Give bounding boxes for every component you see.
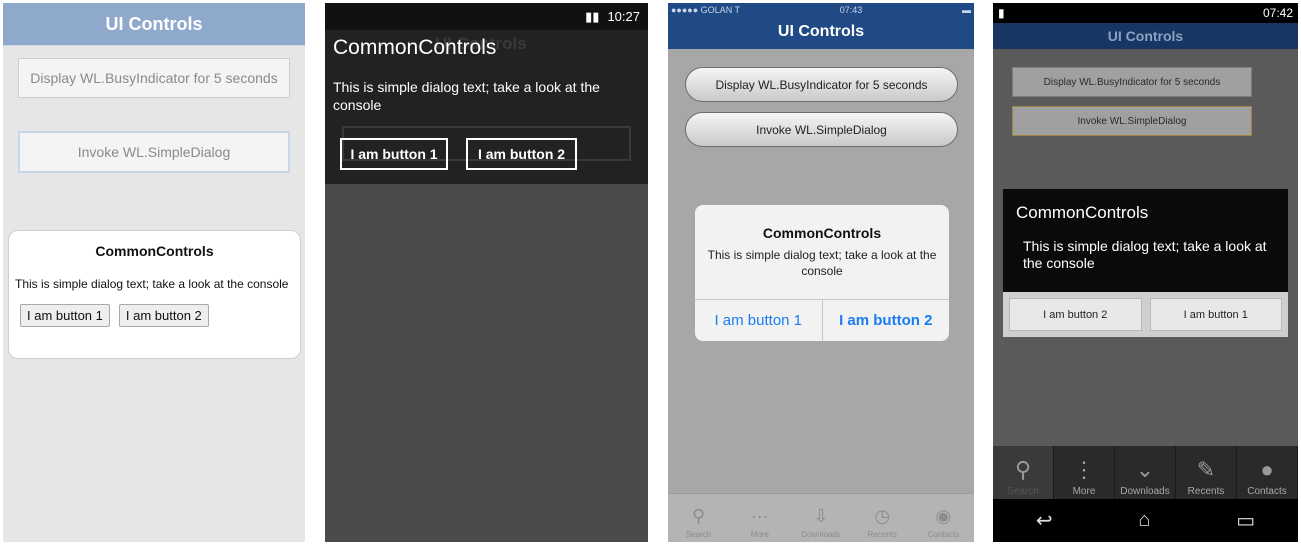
status-bar: ●●●●● GOLAN T 07:43 ▬ (671, 5, 971, 15)
status-bar: ▮ 07:42 (993, 3, 1298, 23)
tab-contacts[interactable]: ● Contacts (1237, 446, 1298, 499)
busy-indicator-button[interactable]: Display WL.BusyIndicator for 5 seconds (18, 58, 290, 98)
dialog-text: This is simple dialog text; take a look … (15, 277, 289, 291)
busy-indicator-button[interactable]: Display WL.BusyIndicator for 5 seconds (685, 67, 958, 102)
tab-label: More (750, 530, 769, 539)
dialog-text: This is simple dialog text; take a look … (1023, 238, 1267, 271)
simple-dialog-button[interactable]: Invoke WL.SimpleDialog (1012, 106, 1252, 136)
simple-dialog: CommonControls This is simple dialog tex… (695, 205, 949, 341)
tab-more[interactable]: ··· More (729, 494, 790, 542)
dialog-button-1[interactable]: I am button 1 (20, 304, 110, 327)
downloads-icon: ⇩ (813, 506, 829, 526)
dialog-button-2[interactable]: I am button 2 (118, 304, 209, 327)
tab-recents[interactable]: ◷ Recents (852, 494, 913, 542)
dialog-text: This is simple dialog text; take a look … (707, 248, 937, 278)
tab-label: More (1072, 486, 1096, 497)
tab-label: Recents (867, 530, 897, 539)
dialog-title: CommonControls (1016, 203, 1149, 222)
carrier-label: ●●●●● GOLAN T (671, 5, 741, 15)
system-nav-bar: ↩ ⌂ ▭ (993, 499, 1298, 542)
tab-search[interactable]: ⚲ Search (993, 446, 1054, 499)
dialog-button-1[interactable]: I am button 1 (1149, 298, 1282, 331)
dialog-title: CommonControls (333, 36, 497, 59)
simple-dialog-button[interactable]: Invoke WL.SimpleDialog (18, 131, 290, 173)
nav-title: UI Controls (777, 23, 865, 40)
simple-dialog-button[interactable]: Invoke WL.SimpleDialog (685, 112, 958, 147)
dialog-button-2[interactable]: I am button 2 (466, 138, 577, 170)
nav-bar: ●●●●● GOLAN T 07:43 ▬ UI Controls (668, 3, 974, 49)
tab-search[interactable]: ⚲ Search (668, 494, 729, 542)
tab-label: Downloads (1120, 486, 1170, 497)
dialog-title: CommonControls (762, 225, 882, 241)
tab-label: Downloads (801, 530, 841, 539)
home-icon[interactable]: ⌂ (1138, 509, 1150, 532)
tab-contacts[interactable]: ◉ Contacts (913, 494, 974, 542)
dialog-button-2[interactable]: I am button 2 (821, 300, 950, 341)
tab-recents[interactable]: ✎ Recents (1176, 446, 1237, 499)
nav-title: UI Controls (993, 23, 1298, 49)
simple-dialog: CommonControls This is simple dialog tex… (8, 230, 301, 359)
windows-phone-screen: ▮▮ 10:27 UI Controls CommonControls This… (325, 3, 648, 542)
tab-label: Contacts (927, 530, 960, 539)
tab-bar: ⚲ Search ⋮ More ⌄ Downloads ✎ Recents ● … (993, 446, 1298, 499)
dialog-title: CommonControls (95, 243, 214, 259)
contacts-icon: ● (1260, 457, 1274, 482)
dialog-button-1[interactable]: I am button 1 (695, 300, 822, 341)
recents-icon: ✎ (1196, 457, 1216, 482)
status-time: 10:27 (607, 9, 640, 24)
status-bar: ▮▮ 10:27 (325, 3, 648, 30)
status-time: 07:43 (839, 5, 863, 15)
notification-icon: ▮ (998, 6, 1005, 20)
ios-screen: ●●●●● GOLAN T 07:43 ▬ UI Controls Displa… (668, 3, 974, 542)
tab-more[interactable]: ⋮ More (1054, 446, 1115, 499)
search-icon: ⚲ (1014, 457, 1032, 482)
dialog-text: This is simple dialog text; take a look … (333, 79, 600, 113)
tab-bar: ⚲ Search ··· More ⇩ Downloads ◷ Recents … (668, 493, 974, 542)
status-time: 07:42 (1262, 6, 1293, 20)
more-icon: ··· (750, 506, 769, 526)
recents-icon: ◷ (874, 506, 891, 526)
battery-icon: ▬ (962, 5, 971, 15)
busy-indicator-button[interactable]: Display WL.BusyIndicator for 5 seconds (1012, 67, 1252, 97)
battery-icon: ▮▮ (585, 8, 600, 24)
tab-label: Recents (1187, 486, 1225, 497)
back-icon[interactable]: ↩ (1036, 508, 1053, 533)
more-icon: ⋮ (1073, 457, 1095, 482)
dialog-button-2[interactable]: I am button 2 (1009, 298, 1142, 331)
tab-downloads[interactable]: ⌄ Downloads (1115, 446, 1176, 499)
dialog-button-1[interactable]: I am button 1 (340, 138, 448, 170)
contacts-icon: ◉ (935, 506, 952, 526)
tab-label: Search (685, 530, 712, 539)
tab-label: Search (1007, 486, 1039, 497)
android-screen: ▮ 07:42 UI Controls Display WL.BusyIndic… (993, 3, 1298, 542)
header-title: UI Controls (3, 3, 305, 46)
desktop-screen: UI Controls Display WL.BusyIndicator for… (3, 3, 305, 542)
tab-downloads[interactable]: ⇩ Downloads (790, 494, 851, 542)
tab-label: Contacts (1247, 486, 1287, 497)
search-icon: ⚲ (692, 506, 706, 526)
downloads-icon: ⌄ (1135, 457, 1155, 482)
simple-dialog: CommonControls This is simple dialog tex… (1003, 189, 1288, 337)
recent-apps-icon[interactable]: ▭ (1236, 508, 1255, 533)
